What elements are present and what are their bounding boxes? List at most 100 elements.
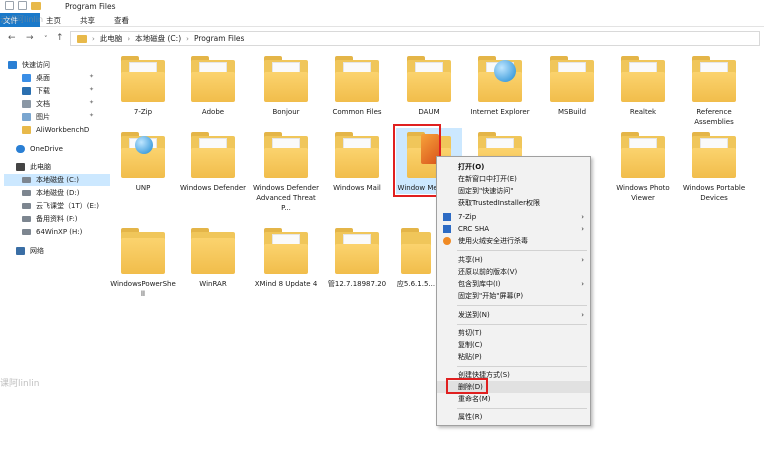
folder-icon — [692, 132, 736, 180]
sidebar-item-aliworkbench[interactable]: AliWorkbenchD — [22, 124, 100, 136]
folder-label: WindowsPowerShell — [110, 280, 176, 298]
watermark-top: 云班阿linlin — [0, 15, 44, 24]
menu-item-open[interactable]: 打开(O) — [437, 161, 590, 173]
folder-version-2[interactable]: 应5.6.1.5... — [396, 228, 436, 289]
folder-windows-photo-viewer[interactable]: Windows Photo Viewer — [610, 132, 676, 203]
submenu-arrow-icon: › — [581, 280, 584, 288]
menu-item-copy[interactable]: 复制(C) — [437, 339, 590, 351]
menu-item-share[interactable]: 共享(H) › — [437, 254, 590, 266]
folder-label: MSBuild — [557, 108, 587, 116]
folder-windows-mail[interactable]: Windows Mail — [324, 132, 390, 193]
folder-7zip[interactable]: 7-Zip — [110, 56, 176, 117]
folder-label: XMind 8 Update 4 — [254, 280, 318, 288]
sidebar-item-label: OneDrive — [30, 145, 63, 153]
menu-item-crc-sha[interactable]: CRC SHA › — [437, 223, 590, 235]
drive-icon — [22, 177, 31, 183]
breadcrumb-program-files[interactable]: Program Files — [194, 34, 245, 43]
title-bar: Program Files — [0, 0, 764, 13]
menu-item-send-to[interactable]: 发送到(N) › — [437, 309, 590, 321]
menu-item-pin-start[interactable]: 固定到"开始"屏幕(P) — [437, 290, 590, 302]
up-arrow-icon[interactable]: ↑ — [56, 33, 64, 43]
folder-label: Bonjour — [272, 108, 300, 116]
menu-separator — [457, 305, 587, 306]
menu-item-take-ownership[interactable]: 获取TrustedInstaller权限 — [437, 197, 590, 209]
folder-icon — [478, 56, 522, 104]
folder-windows-defender-atp[interactable]: Windows Defender Advanced Threat P... — [253, 132, 319, 213]
menu-item-label: CRC SHA — [458, 225, 490, 233]
folder-version-1[interactable]: 管12.7.18987.20 — [324, 228, 390, 289]
pin-icon: ✦ — [88, 99, 94, 106]
folder-unp[interactable]: UNP — [110, 132, 176, 193]
breadcrumb-this-pc[interactable]: 此电脑 — [100, 33, 123, 44]
folder-label: Windows Photo Viewer — [616, 184, 670, 202]
tab-view[interactable]: 查看 — [114, 15, 129, 26]
menu-item-paste[interactable]: 粘贴(P) — [437, 351, 590, 363]
sidebar-item-drive-c[interactable]: 本地磁盘 (C:) — [4, 174, 110, 186]
menu-item-label: 发送到(N) — [458, 311, 490, 319]
menu-item-restore-versions[interactable]: 还原以前的版本(V) — [437, 266, 590, 278]
menu-item-pin-quick-access[interactable]: 固定到"快速访问" — [437, 185, 590, 197]
folder-reference-assemblies[interactable]: Reference Assemblies — [681, 56, 747, 127]
menu-item-scan[interactable]: 使用火绒安全进行杀毒 — [437, 235, 590, 247]
document-icon — [22, 100, 31, 108]
forward-arrow-icon[interactable]: → — [26, 33, 34, 43]
desktop-icon — [22, 74, 31, 82]
picture-icon — [22, 113, 31, 121]
submenu-arrow-icon: › — [581, 311, 584, 319]
tab-home[interactable]: 主页 — [46, 15, 61, 26]
folder-icon — [121, 56, 165, 104]
folder-label: Adobe — [201, 108, 225, 116]
menu-item-open-new-window[interactable]: 在新窗口中打开(E) — [437, 173, 590, 185]
folder-winrar[interactable]: WinRAR — [180, 228, 246, 289]
back-arrow-icon[interactable]: ← — [8, 33, 16, 43]
recent-chevron-icon[interactable]: ˅ — [44, 35, 48, 43]
folder-msbuild[interactable]: MSBuild — [539, 56, 605, 117]
folder-label: DAUM — [418, 108, 440, 116]
folder-label: WinRAR — [199, 280, 227, 288]
menu-item-7zip[interactable]: 7-Zip › — [437, 211, 590, 223]
sidebar-item-label: 备用资料 (F:) — [36, 215, 78, 223]
pin-icon: ✦ — [88, 86, 94, 93]
menu-item-cut[interactable]: 剪切(T) — [437, 327, 590, 339]
menu-item-include-library[interactable]: 包含到库中(I) › — [437, 278, 590, 290]
tab-share[interactable]: 共享 — [80, 15, 95, 26]
folder-label: Internet Explorer — [470, 108, 530, 116]
menu-separator — [457, 366, 587, 367]
folder-realtek[interactable]: Realtek — [610, 56, 676, 117]
sidebar-item-label: 本地磁盘 (D:) — [36, 189, 80, 197]
address-bar[interactable]: › 此电脑 › 本地磁盘 (C:) › Program Files — [70, 31, 760, 46]
folder-windows-portable-devices[interactable]: Windows Portable Devices — [681, 132, 747, 203]
folder-icon — [121, 132, 165, 180]
globe-icon — [494, 60, 516, 82]
sidebar-item-onedrive[interactable]: OneDrive — [16, 143, 122, 155]
sidebar-item-this-pc[interactable]: 此电脑 — [16, 161, 122, 173]
sidebar-item-network[interactable]: 网络 — [16, 245, 122, 257]
folder-internet-explorer[interactable]: Internet Explorer — [467, 56, 533, 117]
quick-access-toolbar — [5, 1, 41, 10]
sidebar-item-quick-access[interactable]: 快速访问 — [8, 59, 114, 71]
menu-item-properties[interactable]: 属性(R) — [437, 411, 590, 423]
checklist-icon[interactable] — [18, 1, 27, 10]
new-folder-icon[interactable] — [31, 1, 41, 10]
pin-icon: ✦ — [88, 112, 94, 119]
folder-common-files[interactable]: Common Files — [324, 56, 390, 117]
sidebar-item-label: 64WinXP (H:) — [36, 228, 83, 236]
folder-daum[interactable]: DAUM — [396, 56, 462, 117]
menu-item-label: 共享(H) — [458, 256, 483, 264]
breadcrumb-drive-c[interactable]: 本地磁盘 (C:) — [135, 33, 181, 44]
folder-xmind[interactable]: XMind 8 Update 4 — [253, 228, 319, 289]
menu-item-label: 使用火绒安全进行杀毒 — [458, 237, 528, 245]
folder-windows-defender[interactable]: Windows Defender — [180, 132, 246, 193]
sidebar-item-drive-e[interactable]: 云飞课堂（1T）(E:) — [22, 200, 108, 212]
delete-highlight-box — [446, 378, 488, 394]
menu-item-label: 7-Zip — [458, 213, 477, 221]
submenu-arrow-icon: › — [581, 213, 584, 221]
sidebar-item-label: 网络 — [30, 247, 44, 255]
folder-windowspowershell[interactable]: WindowsPowerShell — [110, 228, 176, 299]
folder-adobe[interactable]: Adobe — [180, 56, 246, 117]
folder-bonjour[interactable]: Bonjour — [253, 56, 319, 117]
folder-label: 7-Zip — [133, 108, 153, 116]
menu-item-rename[interactable]: 重命名(M) — [437, 393, 590, 405]
properties-icon[interactable] — [5, 1, 14, 10]
folder-label: Common Files — [332, 108, 382, 116]
